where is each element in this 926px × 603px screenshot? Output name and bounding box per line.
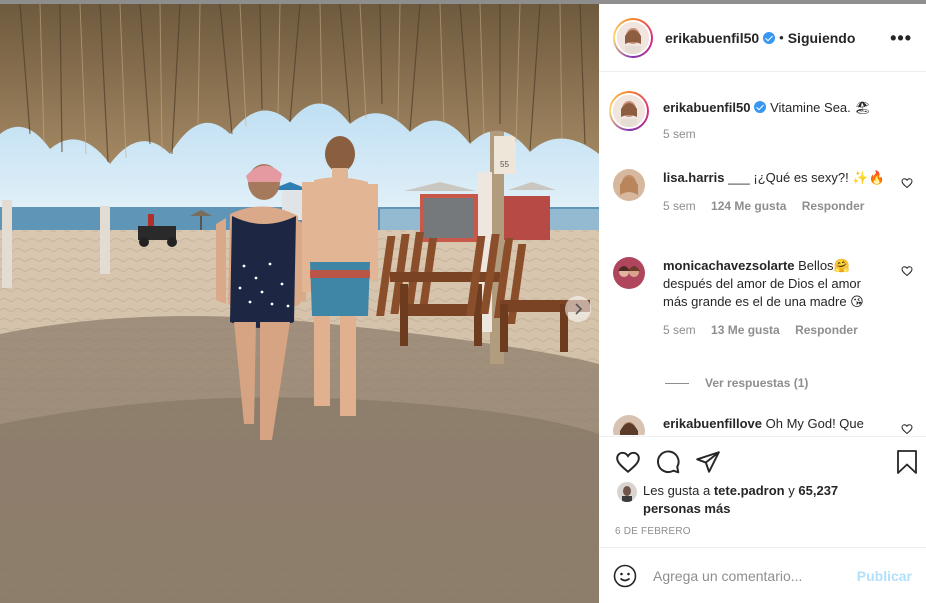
- liker-avatar[interactable]: [617, 482, 637, 502]
- emoji-icon[interactable]: [613, 564, 637, 588]
- comment-icon[interactable]: [655, 449, 681, 475]
- likes-prefix: Les gusta a: [643, 483, 711, 498]
- commenter-avatar-image: [613, 257, 645, 289]
- liker-username[interactable]: tete.padron: [714, 483, 785, 498]
- caption-avatar-image: [613, 95, 645, 127]
- caption-avatar[interactable]: [609, 91, 649, 131]
- beach-scene-image: 55: [0, 4, 599, 603]
- commenter-avatar-image: [613, 415, 645, 435]
- comment-likes[interactable]: 13 Me gusta: [711, 323, 780, 337]
- heart-icon[interactable]: [615, 449, 641, 475]
- comment-body: lisa.harris ___ ¡¿Qué es sexy?! ✨🔥 5 sem…: [663, 169, 885, 215]
- comment-composer: Publicar: [599, 547, 926, 603]
- likes-text: Les gusta a tete.padron y 65,237 persona…: [643, 482, 843, 518]
- comment-likes[interactable]: 124 Me gusta: [711, 199, 786, 213]
- reply-button[interactable]: Responder: [795, 323, 858, 337]
- caption-row: erikabuenfil50 Vitamine Sea. 🏖 5 sem: [609, 91, 913, 143]
- svg-text:55: 55: [500, 160, 509, 169]
- comment-username[interactable]: erikabuenfillove: [663, 416, 762, 431]
- heart-icon[interactable]: [901, 265, 913, 277]
- comment-item: lisa.harris ___ ¡¿Qué es sexy?! ✨🔥 5 sem…: [613, 169, 913, 215]
- view-replies-button[interactable]: Ver respuestas (1): [665, 376, 808, 390]
- post-date[interactable]: 6 DE FEBRERO: [615, 526, 691, 537]
- comment-time[interactable]: 5 sem: [663, 199, 696, 213]
- comments-list[interactable]: erikabuenfil50 Vitamine Sea. 🏖 5 sem lis…: [599, 73, 926, 435]
- verified-badge-icon: [763, 31, 776, 44]
- commenter-avatar[interactable]: [613, 169, 645, 201]
- author-avatar-image: [617, 21, 649, 54]
- publish-button[interactable]: Publicar: [857, 568, 912, 584]
- comment-meta: 5 sem 13 Me gusta Responder: [663, 321, 885, 339]
- comment-text: ___ ¡¿Qué es sexy?! ✨🔥: [728, 170, 885, 185]
- comment-item: monicachavezsolarte Bellos🤗 después del …: [613, 257, 913, 339]
- bookmark-icon[interactable]: [895, 449, 919, 475]
- heart-icon[interactable]: [901, 423, 913, 435]
- author-username[interactable]: erikabuenfil50: [665, 30, 759, 46]
- likes-summary: Les gusta a tete.padron y 65,237 persona…: [617, 482, 917, 518]
- post-header: erikabuenfil50 • Siguiendo •••: [599, 4, 926, 72]
- author-avatar[interactable]: [613, 17, 653, 58]
- comment-item: erikabuenfillove Oh My God! Que: [613, 415, 913, 435]
- header-separator: •: [779, 30, 784, 45]
- following-button[interactable]: Siguiendo: [788, 30, 856, 46]
- caption-text: Vitamine Sea. 🏖: [770, 100, 871, 115]
- post-actions-bar: [599, 436, 926, 484]
- comment-text: Oh My God! Que: [765, 416, 864, 431]
- header-user-block: erikabuenfil50 • Siguiendo: [665, 30, 855, 46]
- heart-icon[interactable]: [901, 177, 913, 189]
- comment-input[interactable]: [653, 567, 853, 584]
- comment-body: erikabuenfillove Oh My God! Que: [663, 415, 885, 435]
- reply-button[interactable]: Responder: [802, 199, 865, 213]
- caption-meta: 5 sem: [663, 125, 885, 143]
- likes-connector: y: [788, 483, 795, 498]
- chevron-right-icon: [575, 303, 583, 315]
- comment-meta: 5 sem 124 Me gusta Responder: [663, 197, 885, 215]
- liker-avatar-image: [617, 482, 637, 502]
- caption-time[interactable]: 5 sem: [663, 127, 696, 141]
- caption-username[interactable]: erikabuenfil50: [663, 100, 750, 115]
- comment-username[interactable]: lisa.harris: [663, 170, 724, 185]
- carousel-next-button[interactable]: [565, 296, 591, 322]
- commenter-avatar[interactable]: [613, 257, 645, 289]
- post-photo[interactable]: 55: [0, 4, 599, 603]
- comment-username[interactable]: monicachavezsolarte: [663, 258, 795, 273]
- verified-badge-icon: [754, 101, 767, 113]
- commenter-avatar-image: [613, 169, 645, 201]
- comment-body: monicachavezsolarte Bellos🤗 después del …: [663, 257, 885, 339]
- view-replies-label: Ver respuestas (1): [705, 376, 809, 390]
- replies-divider: [665, 382, 689, 384]
- commenter-avatar[interactable]: [613, 415, 645, 435]
- caption-body: erikabuenfil50 Vitamine Sea. 🏖 5 sem: [663, 99, 885, 143]
- post-side-panel: erikabuenfil50 • Siguiendo ••• erikabuen…: [599, 4, 926, 603]
- comment-time[interactable]: 5 sem: [663, 323, 696, 337]
- share-icon[interactable]: [695, 449, 721, 475]
- more-options-icon[interactable]: •••: [890, 29, 912, 47]
